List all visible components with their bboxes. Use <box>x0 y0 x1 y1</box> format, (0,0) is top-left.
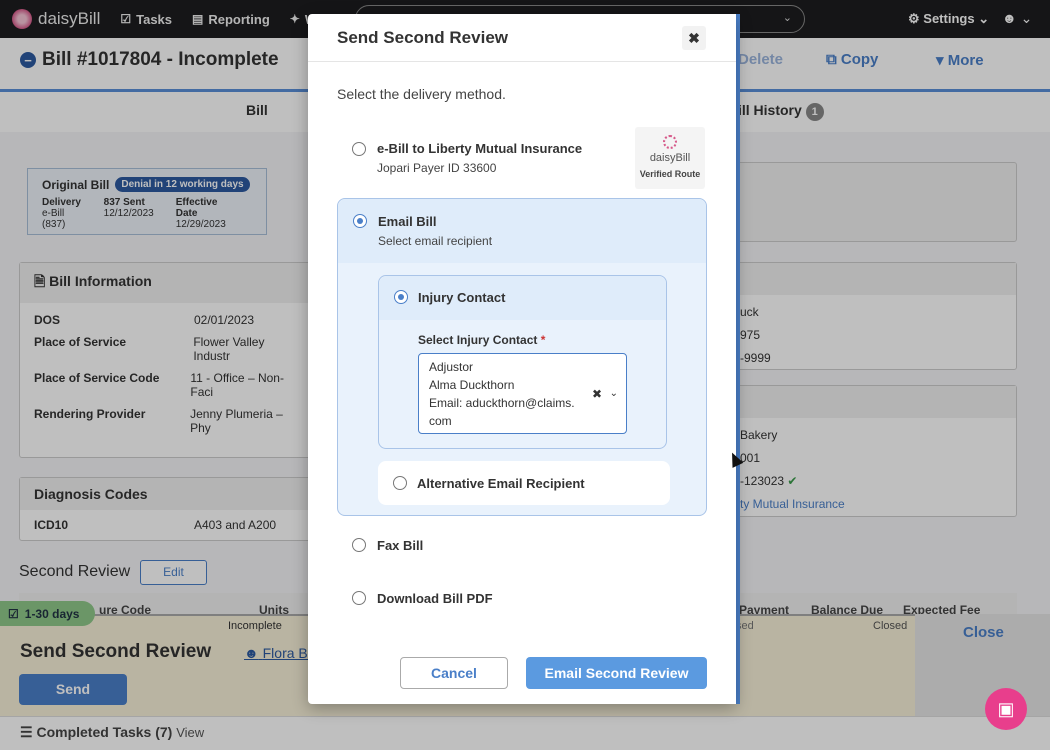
select-injury-contact-label: Select Injury Contact * <box>418 333 545 347</box>
contact-name: Alma Duckthorn <box>429 378 515 392</box>
chevron-down-icon[interactable]: ⌄ <box>610 385 618 403</box>
selected-contact: Adjustor Alma Duckthorn Email: aduckthor… <box>429 358 589 430</box>
modal-instruction: Select the delivery method. <box>337 86 506 102</box>
close-icon[interactable]: ✖ <box>682 26 706 50</box>
pdf-label: Download Bill PDF <box>377 591 493 606</box>
contact-email: Email: aduckthorn@claims. <box>429 396 575 410</box>
alternative-email-option[interactable]: Alternative Email Recipient <box>378 461 670 505</box>
email-sub: Select email recipient <box>378 234 493 248</box>
required-marker: * <box>540 333 546 347</box>
ebill-label: e-Bill to Liberty Mutual Insurance <box>377 141 583 156</box>
cancel-button[interactable]: Cancel <box>400 657 508 689</box>
injury-contact-option: Injury Contact Select Injury Contact * A… <box>378 275 667 449</box>
clear-icon[interactable]: ✖ <box>592 385 602 403</box>
injury-contact-select[interactable]: Adjustor Alma Duckthorn Email: aduckthor… <box>418 353 627 434</box>
fax-label: Fax Bill <box>377 538 424 553</box>
ebill-payer-id: Jopari Payer ID 33600 <box>377 161 497 175</box>
email-bill-option: Email Bill Select email recipient Injury… <box>337 198 707 516</box>
divider <box>308 61 736 62</box>
alternative-email-label: Alternative Email Recipient <box>417 476 585 491</box>
email-second-review-button[interactable]: Email Second Review <box>526 657 707 689</box>
modal-title: Send Second Review <box>337 28 508 47</box>
email-radio[interactable] <box>353 214 367 228</box>
chat-launcher[interactable]: ▣ <box>985 688 1027 730</box>
contact-role: Adjustor <box>429 360 474 374</box>
select-label-text: Select Injury Contact <box>418 333 538 347</box>
verified-logo-text: daisyBill <box>649 152 691 164</box>
daisy-icon <box>663 135 677 149</box>
email-bill-header[interactable] <box>338 199 706 263</box>
ebill-radio[interactable] <box>352 142 366 156</box>
alternative-email-radio[interactable] <box>393 476 407 490</box>
contact-email-cont: com <box>429 414 452 428</box>
chat-icon: ▣ <box>997 698 1015 719</box>
injury-contact-label: Injury Contact <box>418 290 506 305</box>
fax-radio[interactable] <box>352 538 366 552</box>
verified-route-label: Verified Route <box>639 169 701 179</box>
verified-route-badge: daisyBill Verified Route <box>635 127 705 189</box>
pdf-radio[interactable] <box>352 591 366 605</box>
send-second-review-modal: Send Second Review ✖ Select the delivery… <box>308 14 736 704</box>
email-label: Email Bill <box>378 214 437 229</box>
injury-contact-radio[interactable] <box>394 290 408 304</box>
